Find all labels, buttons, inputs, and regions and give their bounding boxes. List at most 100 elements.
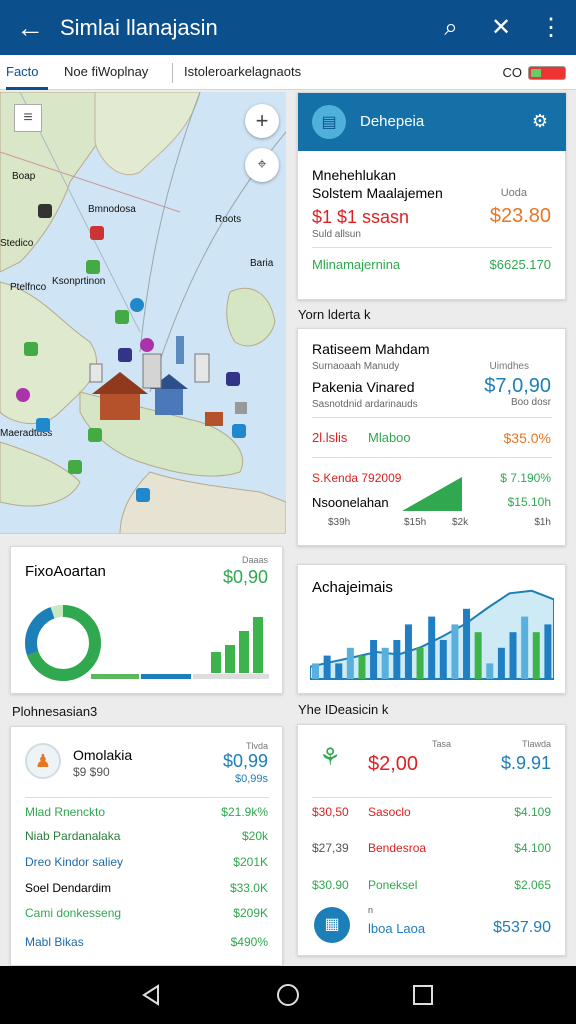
map-label: Stedico bbox=[0, 238, 34, 249]
map-pin-icon[interactable] bbox=[136, 488, 150, 502]
list-right-bottom-value: $537.90 bbox=[493, 919, 551, 936]
map-pin-icon[interactable] bbox=[226, 372, 240, 386]
map-pin-icon[interactable] bbox=[88, 428, 102, 442]
list-left-header-value2: $0,99s bbox=[234, 773, 268, 785]
list-item-left: $30,50 bbox=[312, 805, 349, 819]
back-arrow-icon[interactable]: ← bbox=[0, 0, 60, 55]
map-pin-icon[interactable] bbox=[36, 418, 50, 432]
map-pin-icon[interactable] bbox=[115, 310, 129, 324]
nav-back-icon[interactable] bbox=[136, 980, 166, 1010]
list-item-left: $30.90 bbox=[312, 878, 349, 892]
list-item-label[interactable]: Cami donkesseng bbox=[25, 906, 121, 920]
bar bbox=[393, 640, 401, 679]
divider bbox=[312, 797, 552, 798]
summary-title: Dehepeia bbox=[360, 113, 425, 130]
list-card-left[interactable]: ♟ Omolakia $9 $90 Tlvda $0,99 $0,99s Mla… bbox=[10, 726, 283, 966]
map-label: Bmnodosa bbox=[88, 204, 136, 215]
bar bbox=[370, 640, 378, 679]
summary-header: ▤ Dehepeia ⚙ bbox=[298, 93, 566, 151]
menu-icon[interactable]: ≡ bbox=[14, 104, 42, 132]
close-icon[interactable]: ✕ bbox=[476, 0, 526, 55]
map-pin-icon[interactable] bbox=[140, 338, 154, 352]
list-item-mid[interactable]: Sasoclo bbox=[368, 805, 411, 819]
list-item-mid[interactable]: Bendesroa bbox=[368, 841, 426, 855]
list-item-label[interactable]: Soel Dendardim bbox=[25, 881, 111, 895]
list-item-value: $201K bbox=[233, 855, 268, 869]
fin-tick: $39h bbox=[328, 517, 351, 528]
fin-label: Pakenia Vinared bbox=[312, 379, 415, 395]
fin-title: Ratiseem Mahdam bbox=[312, 341, 430, 357]
donut-value: $0,90 bbox=[222, 567, 268, 587]
list-card-right[interactable]: ⚘ Tasa Tlawda $2,00 $.9.91 $30,50 Sasocl… bbox=[297, 724, 566, 956]
search-icon[interactable]: ⌕ bbox=[426, 0, 476, 55]
bar bbox=[428, 616, 436, 679]
settings-icon[interactable]: ⚙ bbox=[532, 111, 548, 132]
list-item-label[interactable]: Mlad Rnenckto bbox=[25, 805, 105, 819]
bar bbox=[225, 645, 235, 673]
donut-card[interactable]: FixoAoartan Daaas $0,90 bbox=[10, 546, 283, 694]
document-icon[interactable]: ▦ bbox=[314, 907, 350, 943]
bar bbox=[439, 640, 447, 679]
divider bbox=[312, 247, 552, 248]
finance-card[interactable]: Ratiseem Mahdam Surnaoaah Manudy Uimdhes… bbox=[297, 328, 566, 546]
locate-icon[interactable]: ⌖ bbox=[245, 148, 279, 182]
map-panel[interactable]: ≡ + ⌖ Boap Bmnodosa Roots Stedico Ksonpr… bbox=[0, 92, 286, 534]
map-pin-icon[interactable] bbox=[232, 424, 246, 438]
map-pin-icon[interactable] bbox=[86, 260, 100, 274]
list-item-mid[interactable]: Poneksel bbox=[368, 878, 417, 892]
fin-r2-left: S.Kenda 792009 bbox=[312, 471, 402, 485]
bar bbox=[211, 652, 221, 673]
tab-third[interactable]: Istoleroarkelagnaots bbox=[184, 55, 301, 90]
fin-r1-mid: Mlaboo bbox=[368, 430, 411, 445]
map-pin-icon[interactable] bbox=[16, 388, 30, 402]
divider bbox=[25, 797, 269, 798]
list-right-top-right-value: $.9.91 bbox=[500, 753, 551, 773]
fin-r1-right: $35.0% bbox=[503, 430, 551, 446]
donut-bar-chart bbox=[211, 617, 263, 673]
fin-tick: $1h bbox=[534, 517, 551, 528]
summary-card[interactable]: ▤ Dehepeia ⚙ Mnehehlukan Solstem Maalaje… bbox=[297, 92, 566, 300]
bar bbox=[335, 663, 343, 679]
divider bbox=[312, 417, 552, 418]
map-pin-icon[interactable] bbox=[24, 342, 38, 356]
nav-recents-icon[interactable] bbox=[408, 980, 438, 1010]
list-item-value: $21.9k% bbox=[221, 805, 268, 819]
fin-r2-right: $ 7.190% bbox=[500, 471, 551, 485]
map-pin-icon[interactable] bbox=[118, 348, 132, 362]
bar bbox=[451, 624, 459, 679]
list-item-label[interactable]: Niab Pardanalaka bbox=[25, 829, 120, 843]
fin-tick: $15h bbox=[404, 517, 427, 528]
list-item-right: $2.065 bbox=[514, 878, 551, 892]
map-pin-icon[interactable] bbox=[130, 298, 144, 312]
list-item-value: $209K bbox=[233, 906, 268, 920]
map-pin-icon[interactable] bbox=[90, 226, 104, 240]
map-label: Baria bbox=[250, 258, 274, 269]
section-title-left: Plohnesasian3 bbox=[12, 704, 98, 719]
nav-home-icon[interactable] bbox=[273, 980, 303, 1010]
avatar-icon: ♟ bbox=[25, 743, 61, 779]
fin-mini-chart bbox=[402, 477, 462, 511]
bar bbox=[532, 632, 540, 679]
fin-sub: Surnaoaah Manudy bbox=[312, 361, 400, 372]
map-pin-icon[interactable] bbox=[68, 460, 82, 474]
more-vert-icon[interactable]: ⋮ bbox=[526, 0, 576, 55]
app-title: Simlai llanajasin bbox=[60, 14, 218, 40]
area-card[interactable]: Achajeimais bbox=[297, 564, 566, 694]
list-item-label[interactable]: Dreo Kindor saliey bbox=[25, 855, 123, 869]
list-item-value: $33.0K bbox=[229, 881, 268, 895]
bar bbox=[521, 616, 529, 679]
status-toggle[interactable] bbox=[528, 65, 566, 80]
list-left-header: Omolakia bbox=[73, 747, 133, 763]
tab-bar: Facto Noe fiWoplnay Istoleroarkelagnaots… bbox=[0, 55, 576, 90]
map-pin-icon[interactable] bbox=[38, 204, 52, 218]
zoom-in-icon[interactable]: + bbox=[245, 104, 279, 138]
list-right-top-value: $2,00 bbox=[368, 753, 419, 775]
list-left-header-sub: $9 $90 bbox=[73, 765, 110, 779]
tab-facto[interactable]: Facto bbox=[6, 55, 48, 90]
status-text: CO bbox=[502, 65, 523, 80]
tab-second[interactable]: Noe fiWoplnay bbox=[64, 55, 148, 90]
list-item-value: $20k bbox=[241, 829, 268, 843]
list-item-label[interactable]: Mabl Bikas bbox=[25, 935, 84, 949]
system-nav-bar bbox=[0, 966, 576, 1024]
list-left-header-note: Tlvda bbox=[245, 741, 268, 751]
